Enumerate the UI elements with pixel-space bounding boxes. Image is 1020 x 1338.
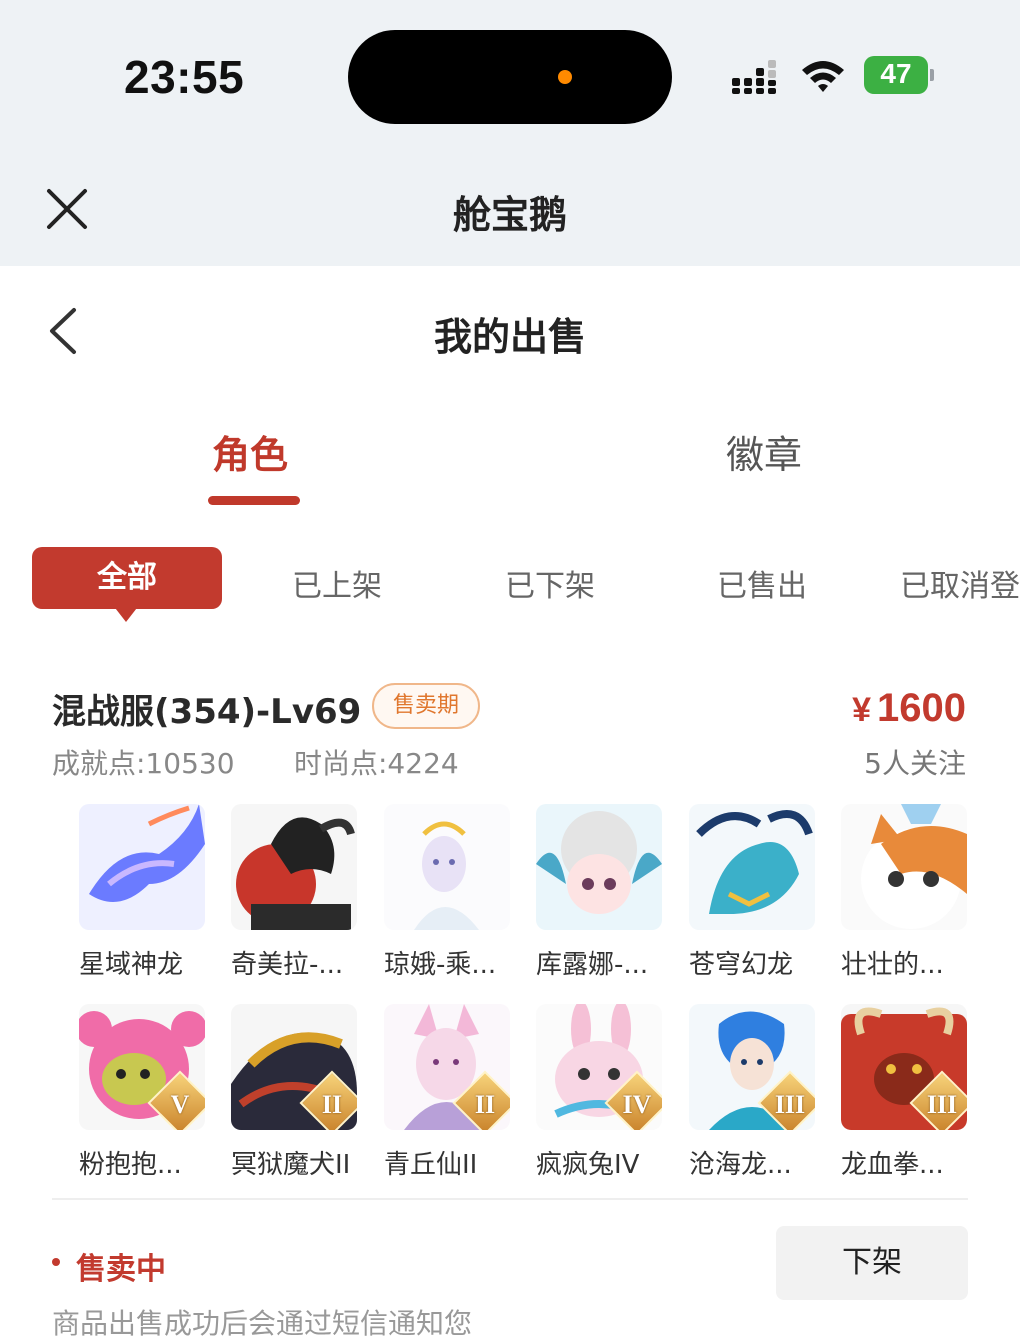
achievement-points: 成就点:10530 [52, 747, 235, 780]
currency-symbol: ¥ [852, 691, 872, 729]
tab-roles[interactable]: 角色 [212, 424, 288, 479]
pink-bear-icon: V [79, 1004, 205, 1130]
sky-dragon-icon [689, 804, 815, 930]
pet-name: 奇美拉-... [231, 950, 344, 980]
rank-label: III [926, 1090, 958, 1119]
page-title: 我的出售 [433, 315, 586, 359]
cellular-signal-icon [732, 60, 776, 94]
price-value: 1600 [877, 686, 966, 730]
rank-label: IV [622, 1090, 652, 1119]
pet-card[interactable]: IV 疯疯兔IV [536, 1004, 664, 1181]
pet-card[interactable]: II 青丘仙II [384, 1004, 512, 1181]
pet-card[interactable]: 星域神龙 [79, 804, 207, 981]
pet-name: 冥狱魔犬II [231, 1150, 351, 1180]
pet-name: 苍穹幻龙 [689, 950, 794, 980]
pet-name: 壮壮的... [841, 950, 944, 980]
filter-cancelled[interactable]: 已取消登 [900, 561, 1020, 605]
chimera-icon [231, 804, 357, 930]
kuluna-icon [536, 804, 662, 930]
pet-card[interactable]: 琼娥-乘... [384, 804, 512, 981]
pet-card[interactable]: III 沧海龙... [689, 1004, 817, 1181]
pet-card[interactable]: 库露娜-... [536, 804, 664, 981]
pet-name: 琼娥-乘... [384, 950, 497, 980]
sms-notice: 商品出售成功后会通过短信通知您 [52, 1307, 473, 1338]
fox-fairy-icon: II [384, 1004, 510, 1130]
pet-card[interactable]: V 粉抱抱... [79, 1004, 207, 1181]
pet-name: 龙血拳... [841, 1150, 944, 1180]
battery-indicator: 47 [864, 56, 934, 94]
tab-badges[interactable]: 徽章 [726, 424, 802, 479]
filter-listed[interactable]: 已上架 [292, 561, 382, 605]
rabbit-icon: IV [536, 1004, 662, 1130]
pet-name: 库露娜-... [536, 950, 649, 980]
pet-card[interactable]: II 冥狱魔犬II [231, 1004, 359, 1181]
listing-server-name[interactable]: 混战服(354)-Lv69 [52, 684, 361, 733]
cat-icon [841, 804, 967, 930]
wifi-icon [802, 61, 844, 92]
filter-pointer [112, 604, 140, 622]
sea-dragon-icon: III [689, 1004, 815, 1130]
pet-name: 粉抱抱... [79, 1150, 182, 1180]
hell-hound-icon: II [231, 1004, 357, 1130]
filter-all[interactable]: 全部 [32, 547, 222, 609]
pet-card[interactable]: 壮壮的... [841, 804, 969, 981]
battery-level: 47 [880, 58, 912, 89]
delist-button[interactable]: 下架 [776, 1226, 968, 1300]
filter-delisted[interactable]: 已下架 [505, 561, 595, 605]
listing-price: ¥1600 [852, 686, 966, 731]
pet-card[interactable]: III 龙血拳... [841, 1004, 969, 1181]
selling-status: 售卖中 [76, 1252, 166, 1287]
app-title: 舱宝鹅 [452, 193, 567, 237]
privacy-indicator-dot [558, 70, 572, 84]
pet-name: 疯疯兔IV [536, 1150, 640, 1180]
fairy-icon [384, 804, 510, 930]
status-dot [52, 1258, 60, 1266]
dragon-fist-icon: III [841, 1004, 967, 1130]
follower-count: 5人关注 [864, 747, 966, 780]
pet-card[interactable]: 苍穹幻龙 [689, 804, 817, 981]
pet-name: 沧海龙... [689, 1150, 792, 1180]
pet-name: 星域神龙 [79, 950, 184, 980]
star-dragon-icon [79, 804, 205, 930]
rank-label: V [170, 1090, 190, 1119]
status-badge: 售卖期 [372, 683, 480, 729]
dynamic-island [348, 30, 672, 124]
divider [52, 1198, 968, 1200]
filter-sold[interactable]: 已售出 [717, 561, 807, 605]
fashion-points: 时尚点:4224 [294, 747, 459, 780]
pet-name: 青丘仙II [384, 1150, 478, 1180]
status-time: 23:55 [124, 51, 245, 103]
pet-card[interactable]: 奇美拉-... [231, 804, 359, 981]
active-tab-indicator [208, 496, 300, 505]
rank-label: II [321, 1090, 343, 1119]
rank-label: III [774, 1090, 806, 1119]
rank-label: II [474, 1090, 496, 1119]
